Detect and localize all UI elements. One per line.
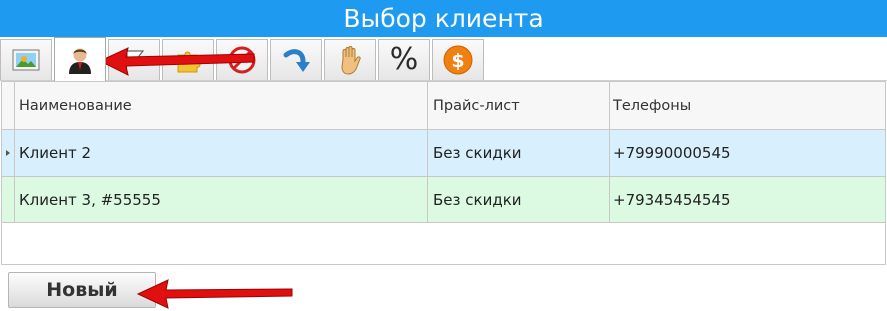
cell-price-list[interactable]: Без скидки: [428, 177, 610, 222]
column-header-price-list[interactable]: Прайс-лист: [428, 82, 610, 129]
column-header-name[interactable]: Наименование: [15, 82, 428, 129]
row-selector[interactable]: [2, 130, 15, 176]
table-row[interactable]: Клиент 2 Без скидки +79990000545: [2, 130, 885, 177]
cell-phone[interactable]: +79345454545: [610, 177, 885, 222]
flag-icon: [125, 50, 145, 71]
tab-image[interactable]: [0, 39, 52, 80]
svg-text:$: $: [451, 50, 464, 72]
column-header-phones[interactable]: Телефоны: [610, 82, 885, 129]
hand-icon: [341, 46, 361, 75]
tab-puzzle[interactable]: [162, 39, 214, 80]
user-icon: [69, 48, 91, 74]
toolbar-tabs: % $: [0, 37, 887, 81]
dollar-coin-icon: $: [443, 45, 473, 75]
image-icon: [12, 49, 40, 71]
no-entry-icon: [228, 46, 256, 74]
clients-table: Наименование Прайс-лист Телефоны Клиент …: [1, 81, 886, 265]
window-title: Выбор клиента: [0, 0, 887, 37]
cell-name[interactable]: Клиент 2: [15, 130, 428, 176]
tab-percent[interactable]: %: [378, 39, 430, 80]
table-header: Наименование Прайс-лист Телефоны: [2, 82, 885, 130]
row-selector-header: [2, 82, 15, 129]
percent-icon: %: [389, 42, 419, 77]
puzzle-icon: [177, 51, 201, 73]
tab-hand[interactable]: [324, 39, 376, 80]
tab-no-entry[interactable]: [216, 39, 268, 80]
cell-price-list[interactable]: Без скидки: [428, 130, 610, 176]
red-arrow-icon: [136, 279, 293, 309]
cell-name[interactable]: Клиент 3, #55555: [15, 177, 428, 222]
redo-arrow-icon: [283, 49, 310, 72]
tab-redo[interactable]: [270, 39, 322, 80]
cell-phone[interactable]: +79990000545: [610, 130, 885, 176]
tab-dollar[interactable]: $: [432, 39, 484, 80]
tab-user[interactable]: [54, 37, 106, 81]
row-selector[interactable]: [2, 177, 15, 222]
table-row[interactable]: Клиент 3, #55555 Без скидки +79345454545: [2, 177, 885, 223]
new-button[interactable]: Новый: [8, 272, 156, 308]
tab-flag[interactable]: [108, 39, 160, 80]
